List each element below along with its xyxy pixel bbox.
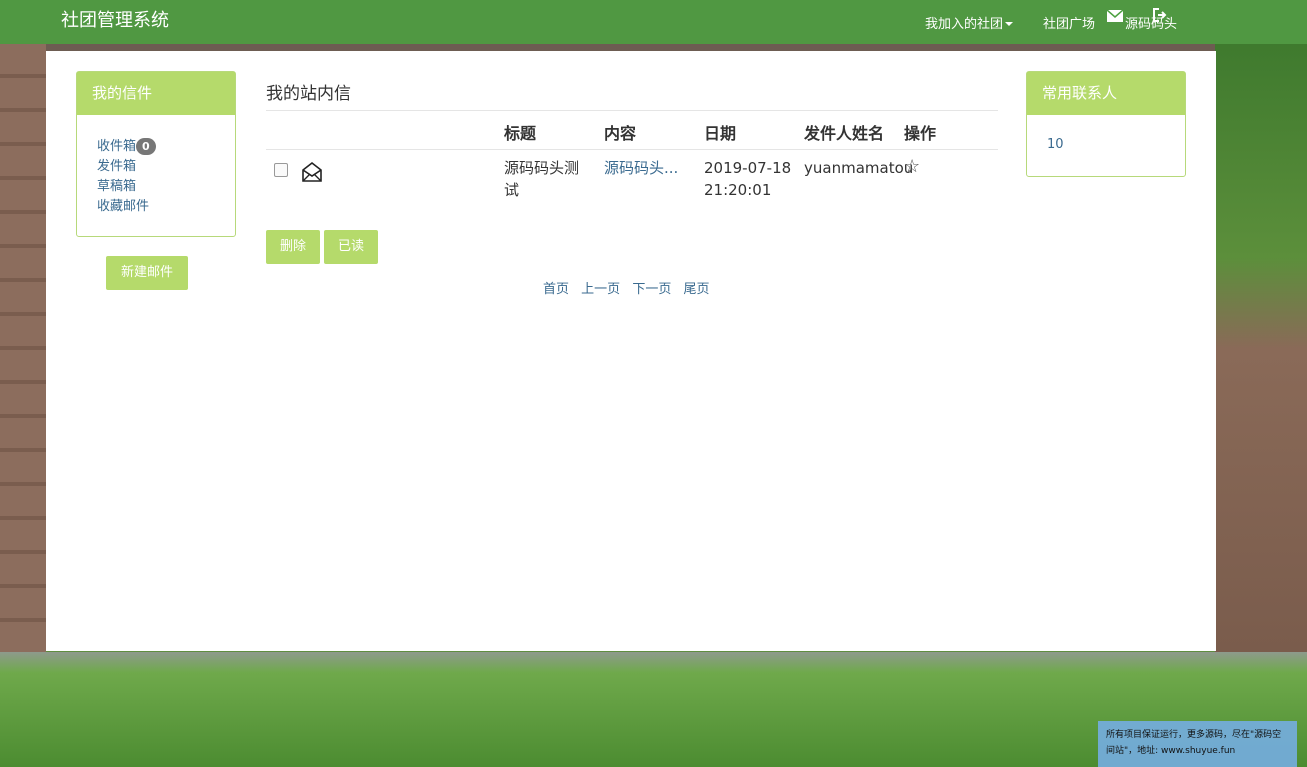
pager-last[interactable]: 尾页 [683,282,709,297]
folder-drafts[interactable]: 草稿箱 [97,177,235,197]
header-divider [266,149,998,150]
chevron-down-icon [1004,22,1013,26]
envelope-open-icon [301,161,323,183]
top-navbar: 社团管理系统 我加入的社团 社团广场 源码码头 [0,0,1307,44]
folder-starred[interactable]: 收藏邮件 [97,197,235,217]
my-mail-title: 我的信件 [77,72,235,115]
my-mail-box: 我的信件 收件箱 0 发件箱 草稿箱 收藏邮件 [76,71,236,237]
row-select-checkbox[interactable] [274,163,288,177]
folder-inbox-label: 收件箱 [97,139,137,154]
row-title: 源码码头测试 [504,159,580,199]
contact-item[interactable]: 10 [1027,115,1185,152]
column-header-content: 内容 [604,124,637,143]
pager-first[interactable]: 首页 [543,282,569,297]
nav-source-dock[interactable]: 源码码头 [1125,13,1177,32]
folder-list: 收件箱 0 发件箱 草稿箱 收藏邮件 [77,115,235,217]
background-trees-right [1215,44,1307,654]
contacts-box: 常用联系人 10 [1026,71,1186,177]
pagination: 首页 上一页 下一页 尾页 [543,278,717,297]
row-content-link[interactable]: 源码码头... [604,157,694,179]
page-title: 我的站内信 [266,84,351,104]
column-header-action: 操作 [904,124,937,143]
title-divider [266,110,998,111]
footer-notice: 所有项目保证运行，更多源码，尽在"源码空间站"，地址: www.shuyue.f… [1098,721,1297,767]
row-sender: yuanmamatou [804,159,914,177]
column-header-title: 标题 [504,124,537,143]
nav-menu: 我加入的社团 社团广场 源码码头 [895,0,1177,44]
row-date: 2019-07-18 21:20:01 [704,159,792,199]
new-mail-button[interactable]: 新建邮件 [106,256,188,290]
pager-prev[interactable]: 上一页 [581,282,620,297]
folder-sent[interactable]: 发件箱 [97,157,235,177]
nav-my-clubs[interactable]: 我加入的社团 [925,13,1013,32]
background-wall-left [0,44,46,654]
column-header-date: 日期 [704,124,737,143]
logout-icon[interactable] [1152,8,1167,26]
column-header-sender: 发件人姓名 [804,124,885,143]
brand-title[interactable]: 社团管理系统 [61,6,169,32]
nav-club-plaza[interactable]: 社团广场 [1043,13,1095,32]
mark-read-button[interactable]: 已读 [324,230,378,264]
mail-icon[interactable] [1106,8,1124,26]
folder-inbox[interactable]: 收件箱 0 [97,137,235,157]
pager-next[interactable]: 下一页 [632,282,671,297]
nav-my-clubs-label: 我加入的社团 [924,16,1003,32]
main-panel: 我的信件 收件箱 0 发件箱 草稿箱 收藏邮件 新建邮件 我的站内信 标题 内容 … [46,51,1216,651]
contacts-title: 常用联系人 [1027,72,1185,115]
star-icon[interactable]: ☆ [904,156,920,177]
inbox-count-badge: 0 [136,138,156,155]
delete-button[interactable]: 删除 [266,230,320,264]
